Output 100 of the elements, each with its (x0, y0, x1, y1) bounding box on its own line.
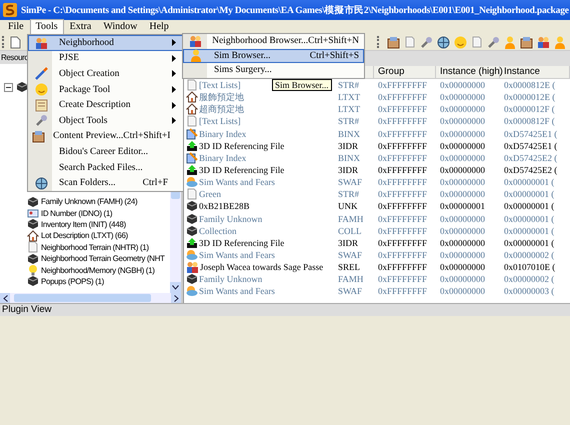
table-cell: Green (199, 189, 221, 200)
table-cell-text: FAMH (337, 274, 364, 284)
table-cell-text: 0xFFFFFFFF (377, 226, 428, 236)
tree-item[interactable]: Popups (POPS) (1) (41, 276, 104, 286)
table-cell-text: 0xFFFFFFFF (377, 250, 428, 260)
table-cell-text: 0x00000001 ( (503, 177, 556, 188)
house-icon (27, 230, 39, 242)
tools-icon[interactable] (420, 36, 433, 48)
table-cell-text: STR# (337, 189, 360, 200)
table-cell: 3D ID Referencing File (199, 165, 284, 176)
menu-item[interactable]: Window (97, 19, 144, 35)
menu-item[interactable]: Content Preview...Ctrl+Shift+I (28, 128, 183, 144)
table-cell-text: 0xFFFFFFFF (377, 189, 428, 200)
house-icon (186, 103, 198, 116)
package-icon[interactable] (387, 36, 400, 48)
collapse-icon[interactable] (4, 82, 13, 92)
tree-item[interactable]: Lot Description (LTXT) (66) (41, 231, 128, 240)
scrollbar-thumb[interactable] (14, 294, 151, 302)
light-bulb-icon (27, 264, 39, 276)
table-cell-text: 0x00000000 (439, 128, 486, 139)
menu-item[interactable]: Help (143, 19, 175, 35)
table-cell-text: 0x00000000 (439, 214, 486, 224)
table-cell-text: 0x00000001 (439, 201, 486, 212)
globe-icon[interactable] (437, 36, 450, 48)
scroll-down-icon[interactable] (172, 285, 179, 290)
table-cell-text: COLL (337, 226, 362, 236)
table-cell-text: 0x0000812E ( (503, 80, 556, 90)
menu-item[interactable]: Sims Surgery... (183, 63, 364, 78)
table-cell-text: 0x0000012E ( (503, 92, 556, 102)
menu-item[interactable]: File (2, 19, 30, 35)
table-cell-text: 0xFFFFFFFF (377, 274, 428, 284)
cloud-icon (186, 249, 198, 262)
scroll-right-icon[interactable] (174, 294, 178, 302)
menu-item[interactable]: Bidou's Career Editor... (28, 144, 183, 160)
menu-item[interactable]: Sim Browser... Ctrl+Shift+S (183, 48, 364, 63)
table-cell-text: 0x00000003 ( (503, 286, 556, 296)
smiley-icon[interactable] (454, 36, 467, 48)
table-cell-text: 0xFFFFFFFF (377, 262, 428, 272)
scroll-left-icon[interactable] (2, 294, 8, 302)
menu-item[interactable]: Package Tool (28, 82, 183, 98)
table-cell-text: 0x00000000 (439, 189, 486, 200)
table-cell: 3D ID Referencing File (199, 238, 284, 248)
tree-item[interactable]: Inventory Item (INIT) (448) (41, 220, 126, 229)
tree-item[interactable]: Neighborhood/Memory (NGBH) (1) (41, 266, 155, 275)
globe-icon (34, 176, 48, 190)
person-icon (190, 49, 202, 62)
table-cell-text: 0x00000000 (439, 226, 486, 236)
document-icon (186, 188, 198, 200)
tree-item[interactable]: Neighborhood Terrain Geometry (NHT (41, 254, 165, 264)
table-cell: Joseph Wacea towards Sage Passe (200, 262, 324, 272)
table-cell-text: 0x0107010E ( (503, 262, 556, 272)
menu-item[interactable]: Search Packed Files... (28, 160, 183, 176)
table-cell-text: 0xD57425E2 ( (503, 165, 558, 176)
table-cell-text: 0x00000000 (439, 286, 486, 296)
table-cell-text: 3IDR (337, 140, 359, 151)
table-cell: 服飾預定地 (199, 90, 244, 104)
table-cell: Family Unknown (199, 214, 262, 224)
menu-item[interactable]: Neighborhood Browser...Ctrl+Shift+N (183, 34, 364, 48)
table-cell-text: 0x00000000 (439, 165, 486, 176)
menu-item[interactable]: Create Description (28, 97, 183, 113)
menu-item[interactable]: Object Creation (28, 66, 183, 82)
tree-item[interactable]: ID Number (IDNO) (1) (41, 208, 112, 218)
table-cell: Family Unknown (199, 274, 262, 284)
column-header[interactable]: Group (374, 66, 436, 78)
people-icon (186, 261, 199, 274)
cube-icon (27, 275, 39, 288)
cube-icon (186, 200, 198, 212)
column-header[interactable]: Instance (high) (436, 66, 500, 78)
menu-item[interactable]: PJSE (28, 50, 183, 66)
table-cell-text: LTXT (337, 92, 362, 102)
tools-icon[interactable] (487, 36, 500, 48)
table-cell: 0xB21BE28B (199, 201, 250, 212)
table-cell-text: 0x00000000 (439, 274, 486, 284)
index-icon (186, 128, 198, 140)
new-document-icon[interactable] (10, 36, 21, 48)
table-cell-text: STR# (337, 80, 360, 90)
package-icon[interactable] (520, 36, 533, 48)
table-cell-text: 0xFFFFFFFF (377, 214, 428, 224)
table-cell-text: 0xFFFFFFFF (377, 104, 428, 114)
menu-item[interactable]: Scan Folders... Ctrl+F (28, 175, 183, 191)
menu-item[interactable]: Tools (30, 19, 64, 35)
table-cell-text: STR# (337, 116, 360, 126)
table-cell-text: 0xD57425E1 ( (503, 140, 558, 151)
menu-item[interactable]: Neighborhood (28, 35, 183, 51)
people-icon[interactable] (537, 36, 550, 48)
menu-item[interactable]: Extra (64, 19, 98, 35)
table-cell-text: 0x00000000 (439, 250, 486, 260)
wand-icon (34, 67, 48, 80)
horizontal-scrollbar[interactable] (0, 293, 181, 303)
people-icon (188, 35, 202, 48)
table-cell-text: 0x00000002 ( (503, 274, 556, 284)
tree-item[interactable]: Neighborhood Terrain (NHTR) (1) (41, 242, 149, 252)
tree-item[interactable]: Family Unknown (FAMH) (24) (41, 197, 138, 206)
package-icon (32, 130, 45, 143)
smiley-icon (34, 83, 48, 96)
table-cell-text: 0xFFFFFFFF (377, 286, 428, 296)
table-cell-text: FAMH (337, 214, 364, 224)
upload-icon (186, 140, 198, 152)
table-cell-text: 0x00000000 (439, 80, 486, 90)
menu-item[interactable]: Object Tools (28, 112, 183, 129)
